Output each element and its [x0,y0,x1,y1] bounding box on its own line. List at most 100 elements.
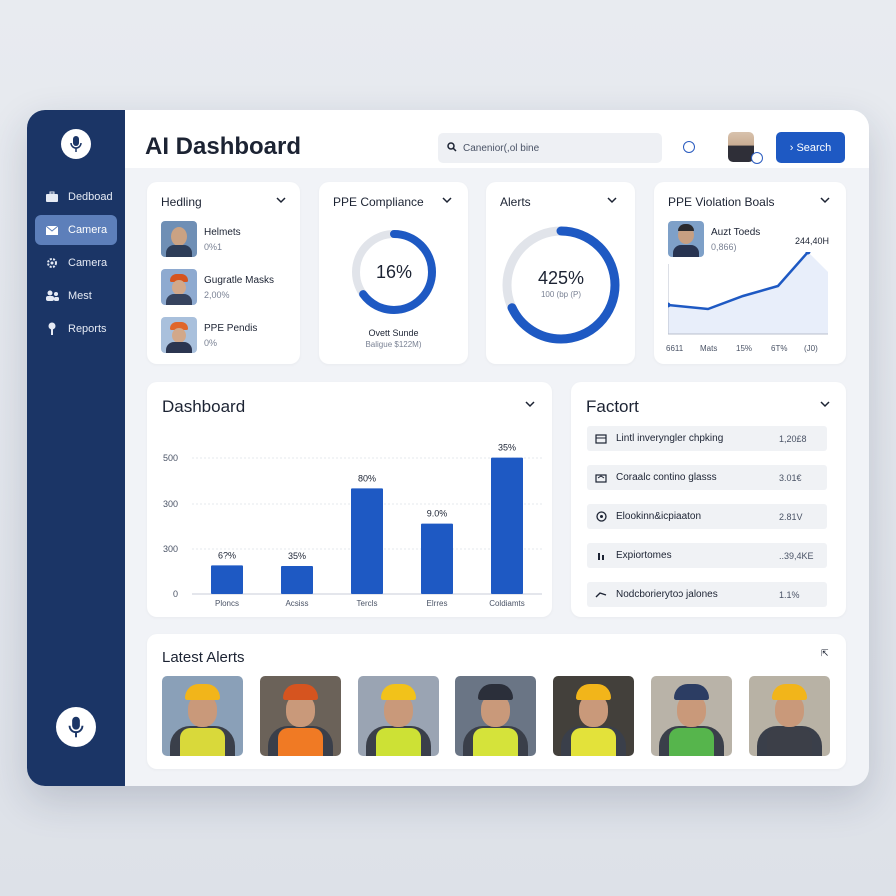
microphone-logo-icon[interactable] [61,129,91,159]
alert-photo[interactable] [553,676,635,756]
sidebar-item-camera-settings[interactable]: Camera [35,248,117,278]
violation-subvalue: 0,866) [711,242,737,252]
app-window: Dedboad Camera Camera Mest Reports AI Da… [27,110,869,786]
gear-icon [44,255,60,271]
bar[interactable] [491,457,523,594]
x-tick-label: (J0) [804,344,818,353]
bar[interactable] [421,523,453,594]
alert-photo[interactable] [748,676,830,756]
factor-row[interactable]: Coraalc contino glasss 3.01€ [587,465,827,490]
factor-label: Coraalc contino glasss [616,472,717,483]
card-title: PPE Compliance [333,195,424,209]
factor-label: Expiortomes [616,550,672,561]
alerts-card: Alerts 425% 100 (bp (P) [486,182,635,364]
compliance-subvalue: Baligue $122M) [365,340,422,349]
list-item[interactable]: Gugratle Masks 2,00% [161,269,274,305]
bar[interactable] [351,488,383,594]
list-item[interactable]: Helmets 0%1 [161,221,241,257]
arrow-right-icon: › [789,141,794,154]
x-tick-label: Mats [700,344,718,353]
chevron-down-icon[interactable] [606,195,618,205]
x-tick-label: Tercls [357,599,378,608]
x-tick-label: 15% [736,344,753,353]
factor-value: 2.81V [779,511,803,522]
search-button[interactable]: › Search [776,132,845,163]
factor-row[interactable]: Expiortomes ..39,4KE [587,543,827,568]
alert-photo[interactable] [455,676,537,756]
factor-row[interactable]: Lintl inveryngler chpking 1,20£8 [587,426,827,451]
box-icon [594,433,608,444]
search-icon [447,139,457,157]
face-icon [594,511,608,522]
sidebar: Dedboad Camera Camera Mest Reports [27,110,125,786]
row-value: 0%1 [204,241,223,252]
alert-photo[interactable] [259,676,341,756]
chevron-down-icon[interactable] [819,195,831,205]
microphone-icon[interactable] [56,707,96,747]
alerts-value: 425% [537,268,585,288]
compliance-value: 16% [375,262,413,282]
factor-label: Elookinn&icpiaaton [616,511,702,522]
list-item[interactable]: PPE Pendis 0% [161,317,257,353]
data-label: 35% [498,443,516,453]
bar[interactable] [281,566,313,594]
factor-row[interactable]: Elookinn&icpiaaton 2.81V [587,504,827,529]
sidebar-item-mest[interactable]: Mest [35,281,117,311]
compliance-subtitle: Ovett Sunde [368,328,419,338]
ppe-worker-thumbnail [161,317,197,353]
sidebar-item-camera[interactable]: Camera [35,215,117,245]
sidebar-item-label: Camera [68,257,108,269]
sidebar-item-reports[interactable]: Reports [35,314,117,344]
ppe-violation-card: PPE Violation Boals Auzt Toeds 0,866) 24… [654,182,846,364]
alert-photo[interactable] [357,676,439,756]
hard-hat [380,684,416,700]
helmet-worker-thumbnail [161,221,197,257]
search-input[interactable] [463,142,643,154]
data-label: 80% [358,473,376,483]
sidebar-item-label: Camera [68,224,108,236]
chevron-down-icon[interactable] [275,195,287,205]
bar[interactable] [211,565,243,594]
row-value: 0% [204,337,218,348]
factor-value: ..39,4KE [779,550,814,561]
alert-photo[interactable] [651,676,732,756]
glasses-icon [594,473,608,483]
status-ring-icon[interactable] [683,141,695,153]
factort-card: Factort Lintl inveryngler chpking 1,20£8… [571,382,846,617]
mask-worker-thumbnail [161,269,197,305]
card-title: Alerts [500,195,531,209]
hard-hat [185,684,220,700]
alert-photo[interactable] [162,676,243,756]
data-label: 6?% [218,550,236,560]
card-title: PPE Violation Boals [668,195,775,209]
briefcase-icon [44,189,60,205]
safety-vest [180,728,225,756]
hard-hat [282,684,318,700]
safety-vest [766,728,812,756]
hard-hat [771,684,807,700]
y-tick-label: 500 [163,453,178,463]
people-small-icon [594,551,608,561]
chevron-down-icon[interactable] [441,195,453,205]
safety-vest [571,728,617,756]
factor-row[interactable]: Nodcborierytoɔ jalones 1.1% [587,582,827,607]
x-tick-label: Coldiamts [489,599,525,608]
y-tick-label: 300 [163,499,178,509]
dashboard-chart-card: Dashboard 500 300 300 0 6?% Ploncs 35% Acsiss 80… [147,382,552,617]
expand-icon[interactable]: ⇱ [821,648,829,659]
chevron-down-icon[interactable] [819,399,831,409]
violation-peak-label: 244,40H [795,236,830,246]
pin-icon [44,321,60,337]
safety-vest [473,728,519,756]
card-title: Latest Alerts [162,649,245,666]
violation-line-chart [668,252,828,335]
main-content: AI Dashboard › Search Hedling [125,110,869,786]
sidebar-item-dashboard[interactable]: Dedboad [35,182,117,212]
header: AI Dashboard › Search [125,110,869,168]
y-tick-label: 300 [163,544,178,554]
hedling-card: Hedling Helmets 0%1 Gugratle Masks 2,00%… [147,182,300,364]
mail-icon [44,222,60,238]
search-bar[interactable] [438,133,662,163]
arrow-icon [594,591,608,599]
row-name: Helmets [204,226,241,238]
